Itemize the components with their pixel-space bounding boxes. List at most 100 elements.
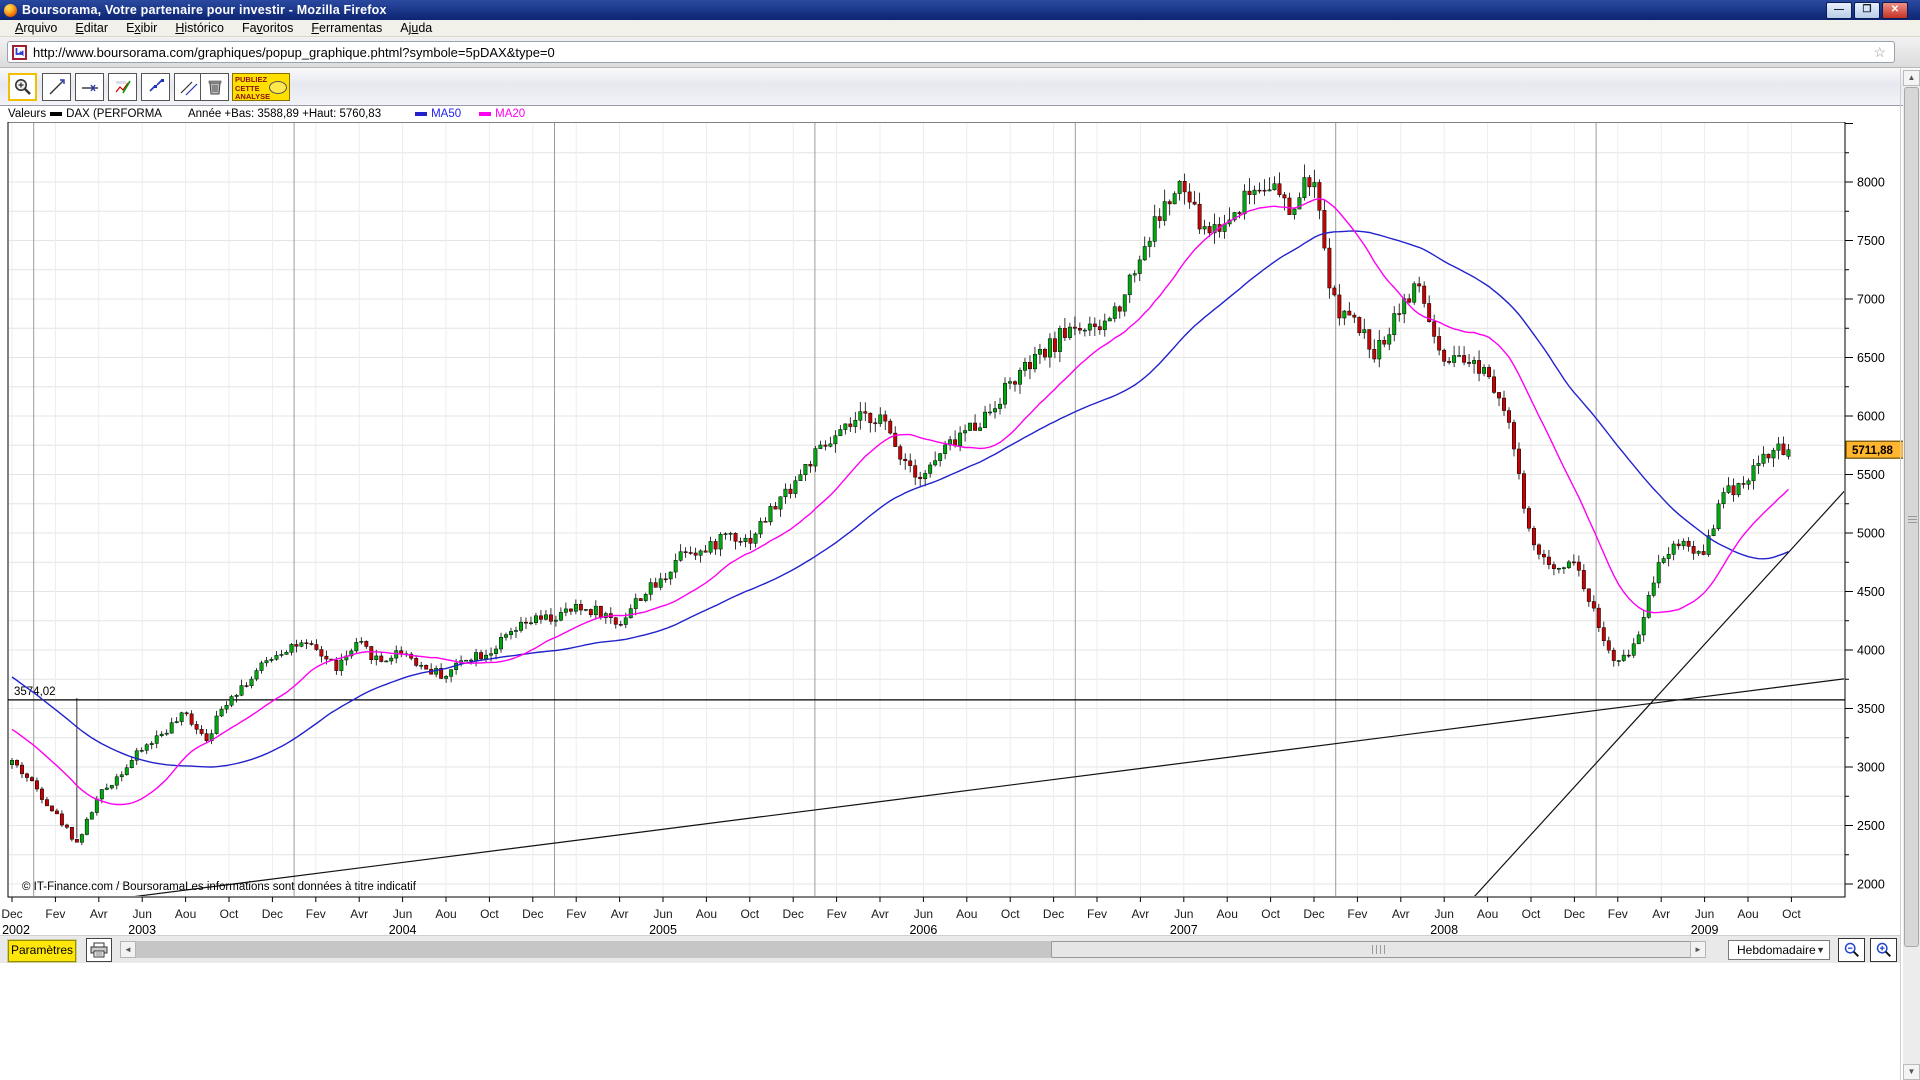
print-button[interactable] bbox=[86, 938, 112, 962]
svg-text:Oct: Oct bbox=[1261, 907, 1280, 921]
menu-ferramentas[interactable]: Ferramentas bbox=[302, 21, 391, 35]
menu-ajuda[interactable]: Ajuda bbox=[391, 21, 441, 35]
svg-text:Oct: Oct bbox=[1522, 907, 1541, 921]
svg-text:Avr: Avr bbox=[1392, 907, 1410, 921]
retracement-tool-button[interactable] bbox=[141, 73, 170, 101]
bookmark-star-icon[interactable]: ☆ bbox=[1873, 44, 1886, 61]
vertical-scrollbar-thumb[interactable] bbox=[1904, 87, 1919, 947]
legend-series-label: DAX (PERFORMA bbox=[66, 108, 162, 120]
svg-text:2007: 2007 bbox=[1170, 923, 1198, 935]
svg-text:Aou: Aou bbox=[435, 907, 456, 921]
navigation-bar: http://www.boursorama.com/graphiques/pop… bbox=[0, 37, 1920, 68]
menu-editar[interactable]: Editar bbox=[66, 21, 117, 35]
boursorama-favicon bbox=[12, 45, 27, 60]
svg-text:6000: 6000 bbox=[1857, 410, 1885, 424]
scrollbar-thumb[interactable] bbox=[1051, 941, 1706, 958]
svg-text:Oct: Oct bbox=[1001, 907, 1020, 921]
svg-text:2009: 2009 bbox=[1691, 923, 1719, 935]
publish-analysis-button[interactable]: PUBLIEZ CETTE ANALYSE bbox=[232, 73, 290, 101]
parameters-button[interactable]: Paramètres bbox=[8, 940, 76, 962]
svg-text:Fev: Fev bbox=[1087, 907, 1107, 921]
svg-text:Jun: Jun bbox=[1695, 907, 1714, 921]
speech-bubble-icon bbox=[269, 81, 287, 94]
trendline-tool-button[interactable] bbox=[42, 73, 71, 101]
delete-tool-button[interactable] bbox=[200, 73, 229, 101]
scroll-right-arrow[interactable]: ► bbox=[1690, 941, 1706, 958]
maximize-button[interactable]: ❐ bbox=[1854, 2, 1880, 19]
zoom-in-button[interactable] bbox=[1870, 938, 1897, 962]
chart-horizontal-scrollbar[interactable]: ◄ ► bbox=[120, 941, 1706, 958]
legend-values-label: Valeurs bbox=[8, 108, 46, 120]
svg-text:Fev: Fev bbox=[1347, 907, 1367, 921]
svg-text:Aou: Aou bbox=[1217, 907, 1238, 921]
menu-arquivo[interactable]: Arquivo bbox=[6, 21, 66, 35]
close-button[interactable]: ✕ bbox=[1882, 2, 1908, 19]
page-vertical-scrollbar[interactable]: ▲ ▼ bbox=[1903, 70, 1920, 1080]
scroll-up-arrow[interactable]: ▲ bbox=[1903, 70, 1920, 86]
menu-histrico[interactable]: Histórico bbox=[166, 21, 233, 35]
zoom-tool-button[interactable] bbox=[8, 73, 37, 101]
svg-text:Fev: Fev bbox=[1608, 907, 1628, 921]
svg-text:2008: 2008 bbox=[1430, 923, 1458, 935]
channel-tool-button[interactable] bbox=[174, 73, 203, 101]
svg-text:5000: 5000 bbox=[1857, 527, 1885, 541]
scroll-left-arrow[interactable]: ◄ bbox=[120, 941, 136, 958]
svg-text:Jun: Jun bbox=[1174, 907, 1193, 921]
svg-text:Jun: Jun bbox=[133, 907, 152, 921]
period-select[interactable]: Hebdomadaire ▼ bbox=[1728, 940, 1830, 960]
menu-exibir[interactable]: Exibir bbox=[117, 21, 166, 35]
menu-favoritos[interactable]: Favoritos bbox=[233, 21, 302, 35]
svg-text:Avr: Avr bbox=[611, 907, 629, 921]
svg-text:Jun: Jun bbox=[914, 907, 933, 921]
svg-text:8000: 8000 bbox=[1857, 176, 1885, 190]
title-bar[interactable]: Boursorama, Votre partenaire pour invest… bbox=[0, 0, 1920, 20]
svg-text:Fev: Fev bbox=[306, 907, 326, 921]
svg-text:Aou: Aou bbox=[175, 907, 196, 921]
plot-area[interactable] bbox=[8, 122, 1845, 897]
candlestick-chart[interactable]: 2000250030003500400045005000550060006500… bbox=[0, 122, 1920, 935]
minimize-button[interactable]: — bbox=[1826, 2, 1852, 19]
svg-text:2006: 2006 bbox=[909, 923, 937, 935]
legend-ma20-label: MA20 bbox=[495, 108, 525, 120]
svg-text:Dec: Dec bbox=[1303, 907, 1324, 921]
svg-text:Aou: Aou bbox=[1477, 907, 1498, 921]
period-value: Hebdomadaire bbox=[1737, 943, 1816, 957]
svg-text:Avr: Avr bbox=[90, 907, 108, 921]
zoom-out-button[interactable] bbox=[1838, 938, 1865, 962]
svg-text:Fev: Fev bbox=[827, 907, 847, 921]
indicator-edit-tool-button[interactable] bbox=[108, 73, 137, 101]
svg-text:Avr: Avr bbox=[350, 907, 368, 921]
svg-text:7500: 7500 bbox=[1857, 234, 1885, 248]
last-price-tag: 5711,88 bbox=[1846, 441, 1906, 458]
svg-text:4000: 4000 bbox=[1857, 644, 1885, 658]
chevron-down-icon: ▼ bbox=[1816, 941, 1825, 959]
copyright-text: © IT-Finance.com / BoursoramaLes informa… bbox=[22, 881, 417, 893]
svg-text:2002: 2002 bbox=[2, 923, 30, 935]
content-divider bbox=[1900, 68, 1901, 1080]
svg-text:2003: 2003 bbox=[128, 923, 156, 935]
scrollbar-track[interactable] bbox=[136, 941, 1690, 958]
horizontal-line-tool-button[interactable] bbox=[75, 73, 104, 101]
svg-text:Jun: Jun bbox=[1435, 907, 1454, 921]
svg-text:7000: 7000 bbox=[1857, 293, 1885, 307]
svg-text:Dec: Dec bbox=[783, 907, 804, 921]
svg-text:Oct: Oct bbox=[1782, 907, 1801, 921]
url-text: http://www.boursorama.com/graphiques/pop… bbox=[33, 45, 555, 60]
svg-text:Dec: Dec bbox=[1, 907, 22, 921]
scroll-down-arrow[interactable]: ▼ bbox=[1903, 1064, 1920, 1080]
svg-text:Avr: Avr bbox=[1132, 907, 1150, 921]
chart-legend: Valeurs DAX (PERFORMA Année +Bas: 3588,8… bbox=[8, 106, 525, 122]
svg-text:2000: 2000 bbox=[1857, 878, 1885, 892]
series-swatch bbox=[50, 112, 62, 116]
ma20-swatch bbox=[479, 112, 491, 116]
svg-text:5500: 5500 bbox=[1857, 468, 1885, 482]
price-axis: 2000250030003500400045005000550060006500… bbox=[1845, 124, 1885, 892]
svg-text:Oct: Oct bbox=[740, 907, 759, 921]
svg-text:Aou: Aou bbox=[1737, 907, 1758, 921]
ma50-swatch bbox=[415, 112, 427, 116]
firefox-icon bbox=[4, 4, 17, 17]
svg-text:Fev: Fev bbox=[45, 907, 65, 921]
svg-text:6500: 6500 bbox=[1857, 351, 1885, 365]
publish-line3: ANALYSE bbox=[235, 93, 287, 102]
url-input[interactable]: http://www.boursorama.com/graphiques/pop… bbox=[7, 41, 1895, 63]
